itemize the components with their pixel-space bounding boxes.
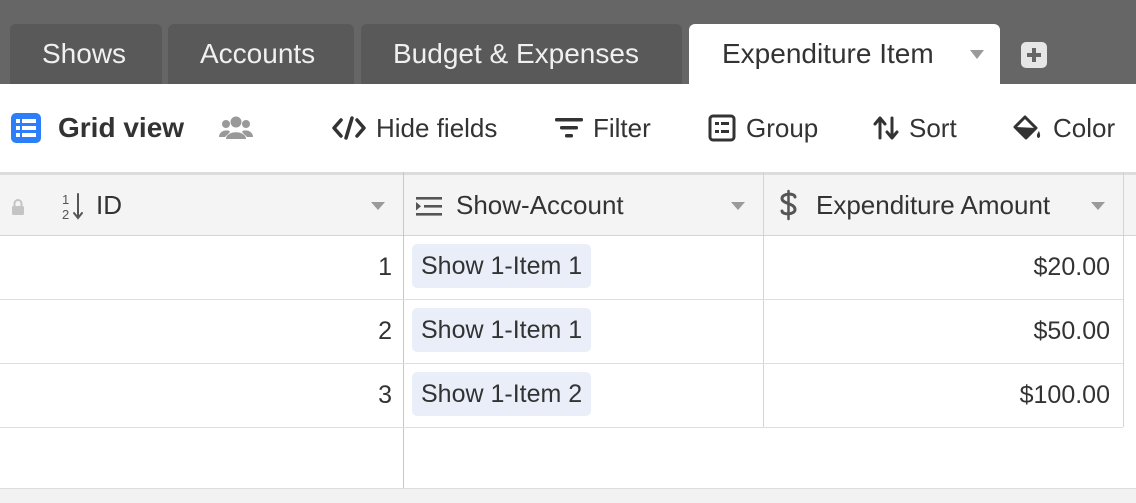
- tab-budget-expenses[interactable]: Budget & Expenses: [361, 24, 682, 84]
- view-switcher-button[interactable]: Grid view: [10, 84, 184, 172]
- group-label: Group: [746, 112, 819, 143]
- sort-label: Sort: [909, 112, 957, 143]
- tab-label: Expenditure Item: [722, 38, 934, 69]
- svg-text:1: 1: [62, 192, 69, 207]
- grid-footer: [0, 488, 1136, 503]
- records-grid: 1 2 ID Show-Account Expenditure Amount 1…: [0, 172, 1136, 503]
- collaborators-button[interactable]: [219, 84, 253, 172]
- cell-expenditure-amount[interactable]: $20.00: [764, 236, 1110, 299]
- hide-fields-label: Hide fields: [376, 112, 498, 143]
- filter-lines-icon: [555, 118, 583, 138]
- column-divider: [1123, 172, 1124, 427]
- filter-label: Filter: [593, 112, 651, 143]
- tab-expenditure-item[interactable]: Expenditure Item: [689, 24, 1000, 84]
- tab-accounts[interactable]: Accounts: [168, 24, 354, 84]
- chevron-down-icon[interactable]: [731, 202, 745, 210]
- group-box-icon: [708, 114, 736, 142]
- tab-label: Accounts: [200, 38, 316, 69]
- tab-label: Shows: [42, 38, 127, 69]
- column-header-show-account[interactable]: Show-Account: [404, 175, 763, 236]
- chevron-down-icon[interactable]: [371, 202, 385, 210]
- column-header-id[interactable]: 1 2 ID: [0, 175, 403, 236]
- linked-record-chip[interactable]: Show 1-Item 2: [412, 372, 592, 416]
- people-icon: [219, 116, 253, 139]
- view-toolbar: Grid view Hide fields Filter Group Sort …: [0, 84, 1136, 172]
- table-row[interactable]: 1 Show 1-Item 1 $20.00: [0, 236, 1123, 300]
- link-lines-icon: [416, 197, 442, 216]
- cell-id[interactable]: 2: [0, 300, 392, 363]
- paint-bucket-icon: [1013, 115, 1041, 140]
- sort-arrows-icon: [873, 116, 899, 140]
- tab-shows[interactable]: Shows: [10, 24, 162, 84]
- hide-fields-button[interactable]: Hide fields: [332, 84, 497, 172]
- table-row[interactable]: 3 Show 1-Item 2 $100.00: [0, 364, 1123, 428]
- svg-text:2: 2: [62, 207, 69, 221]
- filter-button[interactable]: Filter: [555, 84, 651, 172]
- linked-record-chip[interactable]: Show 1-Item 1: [412, 308, 592, 352]
- cell-expenditure-amount[interactable]: $50.00: [764, 300, 1110, 363]
- sort-button[interactable]: Sort: [873, 84, 957, 172]
- table-row[interactable]: 2 Show 1-Item 1 $50.00: [0, 300, 1123, 364]
- color-button[interactable]: Color: [1011, 84, 1115, 172]
- code-slash-icon: [332, 116, 366, 140]
- column-name: ID: [96, 190, 122, 220]
- linked-record-chip[interactable]: Show 1-Item 1: [412, 244, 592, 288]
- cell-id[interactable]: 3: [0, 364, 392, 427]
- column-name: Expenditure Amount: [816, 190, 1051, 220]
- chevron-down-icon[interactable]: [1091, 202, 1105, 210]
- cell-id[interactable]: 1: [0, 236, 392, 299]
- chevron-down-icon[interactable]: [970, 50, 984, 59]
- tab-label: Budget & Expenses: [393, 38, 639, 69]
- number-sort-icon: 1 2: [62, 192, 83, 221]
- view-name: Grid view: [58, 112, 185, 143]
- column-header-expenditure-amount[interactable]: Expenditure Amount: [764, 175, 1123, 236]
- group-button[interactable]: Group: [708, 84, 818, 172]
- dollar-icon: [780, 189, 797, 221]
- table-tabs-bar: Shows Accounts Budget & Expenses Expendi…: [0, 0, 1136, 84]
- color-label: Color: [1053, 112, 1116, 143]
- column-name: Show-Account: [456, 190, 624, 220]
- cell-expenditure-amount[interactable]: $100.00: [764, 364, 1110, 427]
- grid-header: 1 2 ID Show-Account Expenditure Amount: [0, 172, 1136, 236]
- add-record-row[interactable]: [0, 428, 1123, 488]
- grid-view-icon: [11, 113, 41, 143]
- lock-icon: [12, 199, 24, 215]
- add-table-icon[interactable]: [1021, 42, 1047, 68]
